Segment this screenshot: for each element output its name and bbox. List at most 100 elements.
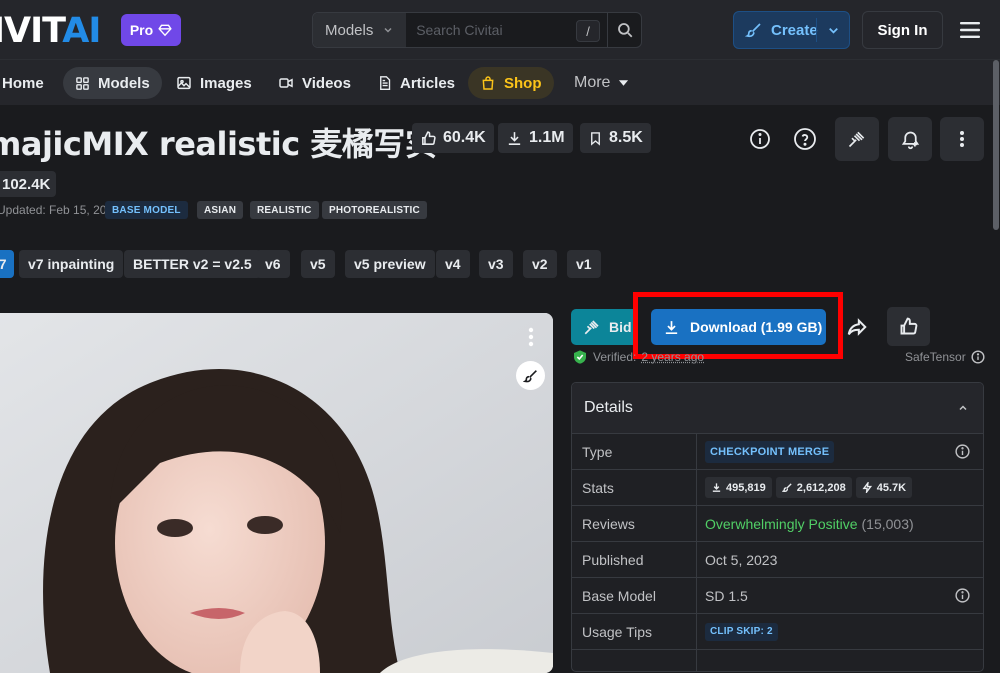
share-button[interactable] — [838, 308, 876, 346]
version-v5-preview[interactable]: v5 preview — [345, 250, 435, 278]
info-icon — [748, 127, 772, 151]
details-panel: Details Type CHECKPOINT MERGE Stats 495,… — [571, 382, 984, 672]
stat-downloads: 495,819 — [705, 477, 772, 498]
search-button[interactable] — [607, 13, 641, 47]
stat-value: 2,612,208 — [796, 481, 846, 494]
row-label — [572, 650, 697, 671]
version-v7-inpainting[interactable]: v7 inpainting — [19, 250, 124, 278]
row-label: Usage Tips — [572, 614, 697, 649]
photo-icon — [176, 75, 192, 91]
search-shortcut-key: / — [576, 20, 600, 42]
bookmarks-count: 8.5K — [609, 129, 643, 146]
nav-item-models[interactable]: Models — [63, 67, 162, 99]
nav-item-home[interactable]: Home — [0, 67, 56, 99]
tag-base-model[interactable]: BASE MODEL — [105, 201, 188, 219]
chevron-down-icon — [382, 24, 394, 36]
row-label: Stats — [572, 470, 697, 505]
info-icon[interactable] — [954, 587, 971, 604]
nav-item-articles[interactable]: Articles — [365, 67, 467, 99]
share-icon — [846, 316, 868, 338]
thumbs-up-icon — [420, 130, 437, 147]
thumbs-up-icon — [898, 316, 919, 337]
search-scope-label: Models — [325, 21, 374, 39]
type-tag: CHECKPOINT MERGE — [705, 440, 835, 463]
nav-item-videos[interactable]: Videos — [266, 67, 363, 99]
civitai-logo[interactable]: IVITAI — [0, 11, 101, 51]
details-row-reviews: Reviews Overwhelmingly Positive (15,003) — [572, 505, 983, 541]
safetensor-info: SafeTensor — [905, 350, 985, 364]
reviews-rating[interactable]: Overwhelmingly Positive — [705, 516, 858, 532]
nav-label: Home — [2, 74, 44, 92]
bookmark-icon — [588, 130, 603, 147]
nav-label: Images — [200, 74, 252, 92]
updated-date: Updated: Feb 15, 2025 — [0, 203, 120, 217]
row-label: Reviews — [572, 506, 697, 541]
pro-badge[interactable]: Pro — [121, 14, 181, 46]
stat-value: 45.7K — [876, 481, 907, 494]
download-icon — [506, 130, 523, 147]
logo-text: IVIT — [0, 11, 63, 51]
nav-item-shop[interactable]: Shop — [468, 67, 554, 99]
bid-gavel-button[interactable] — [835, 117, 879, 161]
like-button[interactable] — [887, 307, 930, 346]
bid-button[interactable]: Bid — [571, 309, 638, 345]
logo-accent-text: AI — [62, 11, 101, 51]
help-button[interactable] — [783, 117, 827, 161]
details-row-usage-tips: Usage Tips CLIP SKIP: 2 — [572, 613, 983, 649]
create-button[interactable]: Create — [733, 11, 850, 49]
bell-plus-icon — [900, 129, 921, 150]
bolt-icon — [862, 482, 873, 493]
diamond-icon — [158, 23, 172, 37]
remix-button[interactable] — [516, 361, 545, 390]
version-v5[interactable]: v5 — [301, 250, 335, 278]
row-label: Type — [572, 434, 697, 469]
pro-label: Pro — [129, 22, 154, 38]
row-value — [697, 650, 983, 671]
version-v4[interactable]: v4 — [436, 250, 470, 278]
info-button[interactable] — [738, 117, 782, 161]
bid-label: Bid — [609, 319, 632, 335]
tag-realistic[interactable]: REALISTIC — [250, 201, 319, 219]
bookmarks-stat: 8.5K — [580, 123, 651, 153]
page-scrollbar[interactable] — [993, 60, 999, 230]
video-icon — [278, 75, 294, 91]
version-v2[interactable]: v2 — [523, 250, 557, 278]
version-v3[interactable]: v3 — [479, 250, 513, 278]
details-row-type: Type CHECKPOINT MERGE — [572, 433, 983, 469]
caret-down-icon — [618, 79, 629, 87]
details-heading: Details — [584, 399, 633, 416]
chevron-up-icon — [957, 402, 969, 414]
row-label: Base Model — [572, 578, 697, 613]
nav-item-images[interactable]: Images — [164, 67, 264, 99]
model-preview-image[interactable] — [0, 313, 553, 673]
safetensor-label: SafeTensor — [905, 350, 966, 364]
chevron-down-icon[interactable] — [826, 23, 841, 38]
version-better-v2[interactable]: BETTER v2 = v2.5 — [124, 250, 261, 278]
details-header[interactable]: Details — [572, 383, 983, 434]
menu-icon[interactable] — [960, 21, 980, 39]
info-icon[interactable] — [971, 350, 985, 364]
model-count-chip: 102.4K — [0, 171, 57, 197]
details-row-stats: Stats 495,819 2,612,208 45.7K — [572, 469, 983, 505]
tag-asian[interactable]: ASIAN — [197, 201, 244, 219]
verified-status: Verified: 2 years ago — [572, 349, 704, 365]
version-v1[interactable]: v1 — [567, 250, 601, 278]
version-v6[interactable]: v6 — [256, 250, 290, 278]
sign-in-button[interactable]: Sign In — [862, 11, 943, 49]
verified-ago: 2 years ago — [641, 350, 705, 364]
brush-icon — [522, 368, 539, 384]
image-options-icon[interactable] — [524, 326, 538, 348]
nav-item-more[interactable]: More — [562, 67, 641, 99]
search-scope-select[interactable]: Models — [313, 13, 407, 47]
dots-vertical-icon — [959, 130, 965, 148]
tag-photorealistic[interactable]: PHOTOREALISTIC — [322, 201, 427, 219]
row-value: 495,819 2,612,208 45.7K — [697, 470, 983, 505]
shopping-bag-icon — [480, 75, 496, 91]
gavel-icon — [583, 318, 601, 336]
shield-check-icon — [572, 349, 588, 365]
version-v7[interactable]: v7 — [0, 250, 14, 278]
more-options-button[interactable] — [940, 117, 984, 161]
info-icon[interactable] — [954, 443, 971, 460]
grid-icon — [75, 76, 90, 91]
notify-button[interactable] — [888, 117, 932, 161]
